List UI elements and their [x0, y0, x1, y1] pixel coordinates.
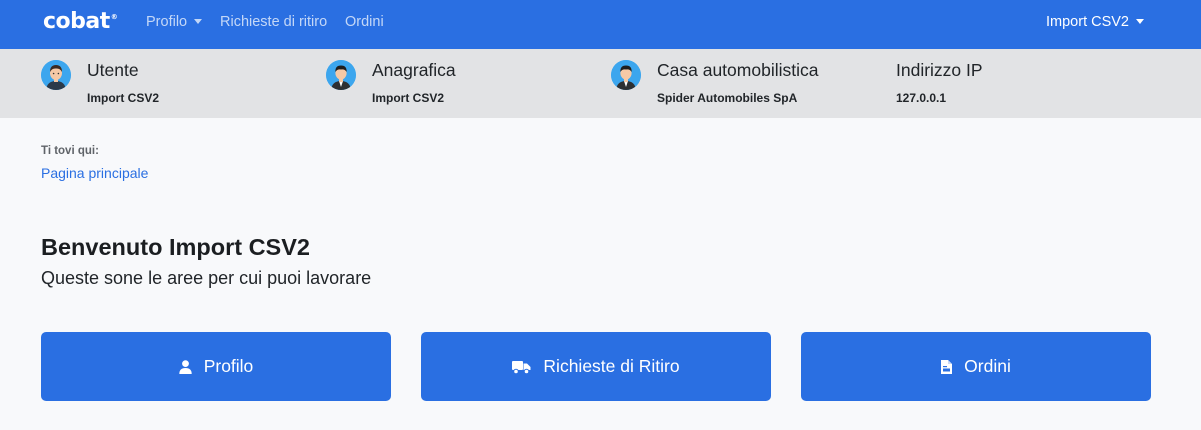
nav-link-label: Ordini — [345, 14, 384, 30]
nav-link-profilo[interactable]: Profilo — [146, 14, 203, 30]
businessman-avatar-icon — [326, 60, 356, 90]
info-value: 127.0.0.1 — [896, 91, 947, 105]
nav-link-label: Profilo — [146, 14, 188, 30]
user-menu-label: Import CSV2 — [1046, 14, 1129, 30]
truck-icon — [512, 360, 531, 374]
info-value: Spider Automobiles SpA — [657, 91, 798, 105]
profilo-button[interactable]: Profilo — [41, 332, 391, 401]
businessman-avatar-icon — [611, 60, 641, 90]
button-label: Richieste di Ritiro — [543, 356, 680, 376]
user-info-bar: Utente Import CSV2 Anagrafica Import CSV… — [0, 49, 1201, 118]
nav-link-ordini[interactable]: Ordini — [345, 14, 384, 30]
info-label: Casa automobilistica — [657, 60, 819, 80]
info-label: Indirizzo IP — [896, 60, 983, 80]
info-value: Import CSV2 — [87, 91, 160, 105]
info-value: Import CSV2 — [372, 91, 445, 105]
user-avatar-icon — [41, 60, 71, 90]
user-menu-dropdown[interactable]: Import CSV2 — [1046, 14, 1144, 30]
breadcrumb-label: Ti tovi qui: — [41, 145, 99, 157]
info-label: Anagrafica — [372, 60, 456, 80]
page-subtitle: Queste sone le aree per cui puoi lavorar… — [41, 268, 372, 288]
nav-link-label: Richieste di ritiro — [220, 14, 328, 30]
button-label: Ordini — [964, 356, 1011, 376]
user-icon — [178, 359, 192, 374]
breadcrumb-home-link[interactable]: Pagina principale — [41, 165, 148, 181]
nav-link-richieste-di-ritiro[interactable]: Richieste di ritiro — [220, 14, 327, 30]
info-label: Utente — [87, 60, 139, 80]
caret-down-icon — [1136, 18, 1144, 24]
ordini-button[interactable]: Ordini — [801, 332, 1151, 401]
caret-down-icon — [194, 18, 203, 24]
button-label: Profilo — [203, 356, 254, 376]
page-title: Benvenuto Import CSV2 — [41, 234, 310, 260]
top-navbar: cobat® Profilo Richieste di ritiro Ordin… — [0, 0, 1201, 49]
cobat-logo[interactable]: cobat® — [43, 9, 118, 34]
file-invoice-icon — [941, 359, 953, 374]
richieste-di-ritiro-button[interactable]: Richieste di Ritiro — [421, 332, 771, 401]
